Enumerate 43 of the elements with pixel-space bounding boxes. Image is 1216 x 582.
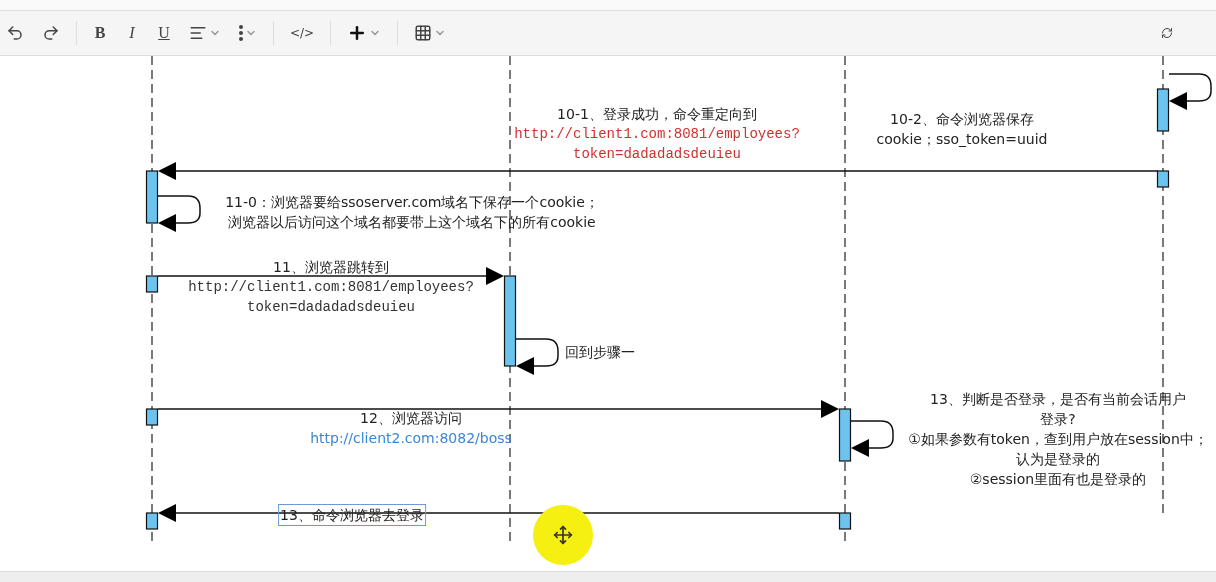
label-text: 12、浏览器访问 <box>360 409 462 428</box>
label-text: 11-0：浏览器要给ssoserver.com域名下保存一个cookie； <box>225 193 599 212</box>
label-text: 10-2、命令浏览器保存 <box>890 110 1034 129</box>
sync-icon <box>1161 27 1173 39</box>
url-text: http://client1.com:8081/employees? <box>188 278 474 297</box>
activation-bar <box>145 512 159 530</box>
label-text: 浏览器以后访问这个域名都要带上这个域名下的所有cookie <box>228 213 596 232</box>
activation-bar <box>1156 88 1170 132</box>
self-message-arrow <box>515 338 559 375</box>
activation-bar <box>838 408 852 462</box>
message-label[interactable]: 10-2、命令浏览器保存 cookie；sso_token=uuid <box>874 108 1050 150</box>
self-message-arrow <box>1168 73 1212 110</box>
cursor-highlight-drawing <box>531 503 595 567</box>
code-button[interactable]: </> <box>284 18 321 48</box>
self-message-arrow <box>850 420 894 457</box>
undo-icon <box>6 24 24 42</box>
url-text: token=dadadadsdeuieu <box>247 298 415 317</box>
table-icon <box>414 24 433 42</box>
label-text: 11、浏览器跳转到 <box>273 258 389 277</box>
activation-bar <box>145 408 159 426</box>
align-icon <box>189 24 207 42</box>
message-label[interactable]: 11-0：浏览器要给ssoserver.com域名下保存一个cookie； 浏览器以后访问这个域名都要带上这个域名下的所有cookie <box>223 191 601 233</box>
url-text: token=dadadadsdeuieu <box>573 145 741 164</box>
message-label[interactable]: 10-1、登录成功，命令重定向到 http://client1.com:8081/employees? token=dadadadsdeuieu <box>512 103 802 165</box>
bold-button[interactable]: B <box>87 18 113 48</box>
label-text: 认为是登录的 <box>1016 450 1100 469</box>
url-text: http://client1.com:8081/employees? <box>514 125 800 144</box>
more-icon <box>239 25 243 41</box>
activation-bar <box>838 512 852 530</box>
italic-button[interactable]: I <box>119 18 145 48</box>
message-label[interactable]: 回到步骤一 <box>563 341 637 363</box>
label-text: 登录? <box>1040 410 1076 429</box>
self-message-arrow <box>157 195 201 232</box>
activation-bar <box>1156 170 1170 188</box>
redo-icon <box>42 24 60 42</box>
activation-bar <box>145 170 159 224</box>
activation-bar <box>145 275 159 293</box>
label-text: ②session里面有也是登录的 <box>969 470 1147 489</box>
underline-button[interactable]: U <box>151 18 177 48</box>
label-text: 10-1、登录成功，命令重定向到 <box>557 105 757 124</box>
label-text: cookie；sso_token=uuid <box>876 130 1048 149</box>
label-text: 13、判断是否登录，是否有当前会话用户 <box>930 390 1186 409</box>
message-label[interactable]: 11、浏览器跳转到 http://client1.com:8081/employees? token=dadadadsdeuieu <box>186 256 476 318</box>
